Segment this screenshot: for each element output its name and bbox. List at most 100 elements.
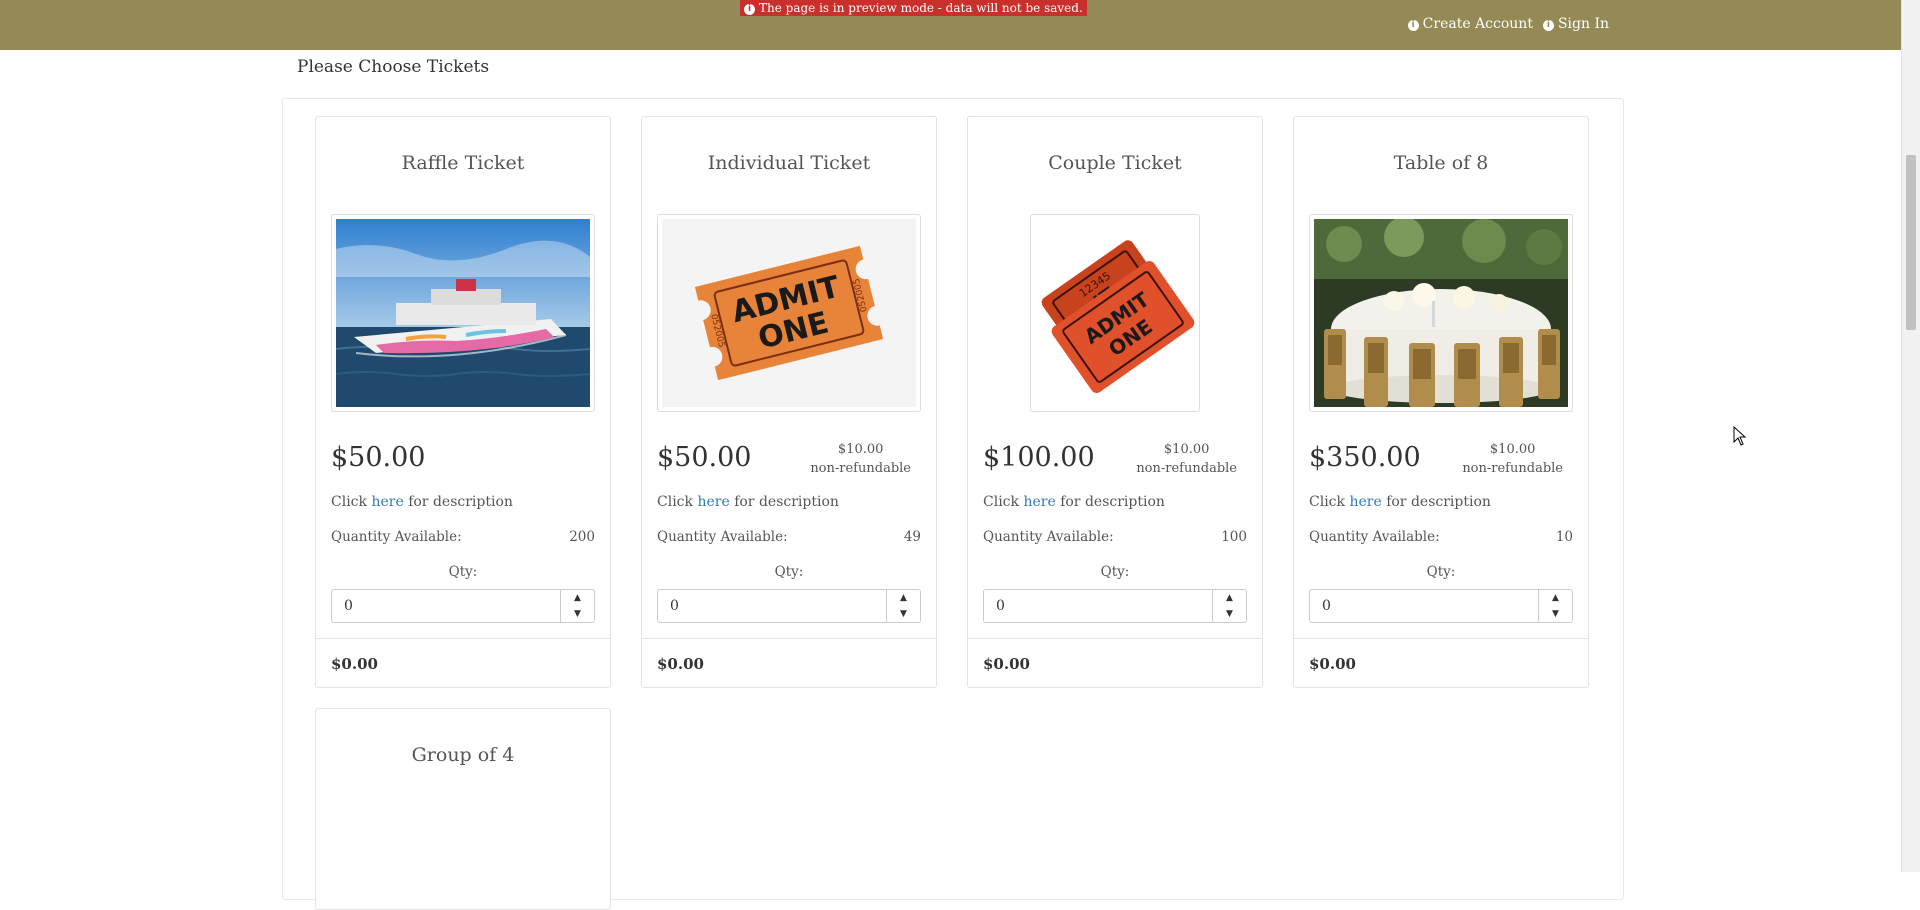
ticket-fee: $10.00 non-refundable [810,440,911,478]
desc-suffix: for description [734,494,839,510]
ticket-image-frame: ADMIT ONE 052005 052005 [657,214,921,412]
scrollbar-thumb[interactable] [1906,155,1916,330]
ticket-name: Group of 4 [411,744,515,766]
quantity-stepper: ▲ ▼ [331,589,595,623]
increment-arrow-icon[interactable]: ▲ [1213,590,1246,606]
ticket-price: $50.00 [331,442,426,473]
ticket-card-group-of-4: Group of 4 [315,708,611,910]
increment-arrow-icon[interactable]: ▲ [887,590,920,606]
create-account-label: Create Account [1422,16,1533,32]
quantity-available-value: 200 [569,529,595,545]
ticket-price: $100.00 [983,442,1095,473]
ticket-description: Click here for description [331,494,513,510]
qty-label: Qty: [1426,564,1456,580]
ticket-name: Raffle Ticket [401,152,525,174]
card-divider [316,638,610,639]
spinner: ▲ ▼ [886,590,920,622]
ticket-description: Click here for description [1309,494,1491,510]
fee-note: non-refundable [810,461,911,476]
ticket-image-frame: IT 12345 ADMIT ONE [1030,214,1200,412]
quantity-available-label: Quantity Available: [983,529,1114,545]
account-nav: i Create Account i Sign In [1407,16,1609,32]
desc-prefix: Click [1309,494,1345,510]
fee-amount: $10.00 [837,442,884,457]
quantity-input[interactable] [984,590,1212,622]
quantity-available-value: 10 [1555,529,1573,545]
banquet-table-image [1314,219,1568,407]
ticket-fee: $10.00 non-refundable [1136,440,1237,478]
description-link[interactable]: here [697,494,729,510]
ticket-description: Click here for description [983,494,1165,510]
ticket-subtotal: $0.00 [331,655,378,673]
description-link[interactable]: here [1349,494,1381,510]
quantity-stepper: ▲ ▼ [1309,589,1573,623]
admit-one-ticket-image: ADMIT ONE 052005 052005 [662,219,916,407]
quantity-input[interactable] [658,590,886,622]
quantity-available-value: 49 [903,529,921,545]
page-scrollbar[interactable] [1901,0,1920,872]
ticket-price: $50.00 [657,442,752,473]
quantity-available-label: Quantity Available: [331,529,462,545]
quantity-stepper: ▲ ▼ [657,589,921,623]
description-link[interactable]: here [1023,494,1055,510]
ticket-card-couple: Couple Ticket IT 12345 ADMIT ONE $100.00 [967,116,1263,688]
decrement-arrow-icon[interactable]: ▼ [1213,606,1246,622]
ticket-subtotal: $0.00 [983,655,1030,673]
info-icon: i [744,4,755,15]
qty-label: Qty: [774,564,804,580]
sign-in-link[interactable]: i Sign In [1542,16,1609,32]
preview-mode-banner: i The page is in preview mode - data will… [740,0,1087,16]
desc-prefix: Click [331,494,367,510]
preview-mode-text: The page is in preview mode - data will … [759,1,1083,15]
desc-prefix: Click [983,494,1019,510]
spinner: ▲ ▼ [1538,590,1572,622]
ticket-image-frame [331,214,595,412]
description-link[interactable]: here [371,494,403,510]
desc-prefix: Click [657,494,693,510]
qty-label: Qty: [1100,564,1130,580]
ticket-card-individual: Individual Ticket ADMIT ONE 052005 05200… [641,116,937,688]
ticket-fee: $10.00 non-refundable [1462,440,1563,478]
fee-amount: $10.00 [1489,442,1536,457]
quantity-available-label: Quantity Available: [1309,529,1440,545]
top-header-bar: i The page is in preview mode - data will… [0,0,1902,50]
ticket-name: Table of 8 [1393,152,1489,174]
decrement-arrow-icon[interactable]: ▼ [1539,606,1572,622]
fee-amount: $10.00 [1163,442,1210,457]
ticket-name: Individual Ticket [707,152,871,174]
spinner: ▲ ▼ [1212,590,1246,622]
increment-arrow-icon[interactable]: ▲ [1539,590,1572,606]
quantity-input[interactable] [1310,590,1538,622]
quantity-input[interactable] [332,590,560,622]
card-divider [968,638,1262,639]
desc-suffix: for description [1386,494,1491,510]
ticket-name: Couple Ticket [1048,152,1182,174]
ticket-image-frame [1309,214,1573,412]
info-icon: i [1542,20,1554,31]
two-admit-one-tickets-image: IT 12345 ADMIT ONE [1035,219,1195,407]
increment-arrow-icon[interactable]: ▲ [561,590,594,606]
ticket-price: $350.00 [1309,442,1421,473]
ticket-subtotal: $0.00 [657,655,704,673]
spinner: ▲ ▼ [560,590,594,622]
cruise-ship-image [336,219,590,407]
ticket-subtotal: $0.00 [1309,655,1356,673]
info-icon: i [1407,20,1419,31]
ticket-card-table-of-8: Table of 8 $350.00 $10.00 non-refundable… [1293,116,1589,688]
quantity-available-label: Quantity Available: [657,529,788,545]
decrement-arrow-icon[interactable]: ▼ [887,606,920,622]
desc-suffix: for description [1060,494,1165,510]
quantity-available-value: 100 [1221,529,1247,545]
decrement-arrow-icon[interactable]: ▼ [561,606,594,622]
fee-note: non-refundable [1462,461,1563,476]
desc-suffix: for description [408,494,513,510]
ticket-card-raffle: Raffle Ticket $50.00 Click here for desc… [315,116,611,688]
fee-note: non-refundable [1136,461,1237,476]
quantity-stepper: ▲ ▼ [983,589,1247,623]
sign-in-label: Sign In [1557,16,1609,32]
card-divider [1294,638,1588,639]
create-account-link[interactable]: i Create Account [1407,16,1533,32]
ticket-description: Click here for description [657,494,839,510]
qty-label: Qty: [448,564,478,580]
mouse-cursor-icon [1733,425,1747,450]
